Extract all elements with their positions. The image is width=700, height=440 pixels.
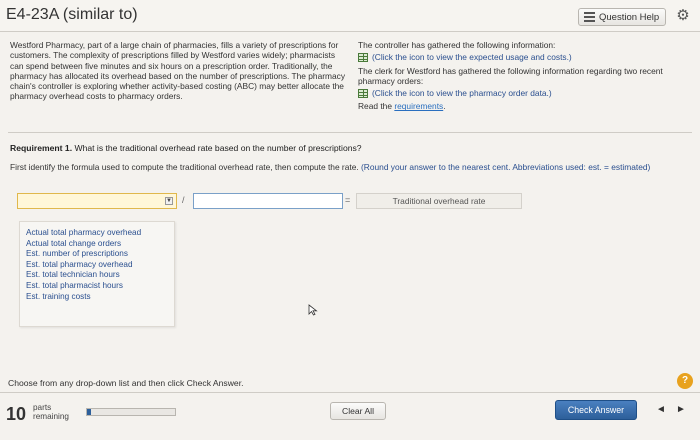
intro-text: Westford Pharmacy, part of a large chain… (10, 40, 346, 102)
equals-sign: = (345, 195, 351, 205)
question-help-label: Question Help (599, 11, 660, 23)
check-answer-button[interactable]: Check Answer (555, 400, 637, 420)
requirement-label: Requirement 1. (10, 143, 73, 153)
mouse-cursor-icon (308, 304, 318, 316)
result-label: Traditional overhead rate (356, 193, 522, 209)
footer-divider (0, 392, 700, 393)
help-question-icon[interactable]: ? (677, 373, 693, 389)
section-divider (8, 132, 692, 133)
dropdown-option[interactable]: Actual total change orders (26, 239, 168, 250)
division-sign: / (182, 195, 185, 205)
gear-icon[interactable]: ⚙ (675, 8, 691, 24)
numerator-dropdown[interactable]: ▼ (17, 193, 177, 209)
usage-costs-link-text[interactable]: (Click the icon to view the expected usa… (372, 52, 572, 62)
progress-fill (87, 409, 92, 415)
controller-info-text: The controller has gathered the followin… (358, 40, 556, 50)
requirements-link[interactable]: requirements (394, 101, 443, 111)
dropdown-option[interactable]: Est. total technician hours (26, 270, 168, 281)
parts-count: 10 (6, 404, 27, 424)
dropdown-option[interactable]: Est. number of prescriptions (26, 249, 168, 260)
read-period: . (443, 101, 446, 112)
requirement-title: Requirement 1. What is the traditional o… (10, 143, 362, 153)
dropdown-option[interactable]: Est. training costs (26, 292, 168, 303)
instruction-hint: (Round your answer to the nearest cent. … (361, 162, 651, 172)
clear-all-button[interactable]: Clear All (330, 402, 386, 420)
dropdown-options-list: Actual total pharmacy overhead Actual to… (19, 221, 175, 327)
read-the-text: Read the (358, 101, 395, 112)
table-icon[interactable] (358, 52, 368, 62)
instruction-main: First identify the formula used to compu… (10, 162, 362, 172)
question-help-button[interactable]: Question Help (578, 8, 666, 26)
list-icon (584, 12, 595, 22)
dropdown-option[interactable]: Est. total pharmacy overhead (26, 260, 168, 271)
previous-question-icon[interactable]: ◄ (654, 403, 668, 417)
order-data-link[interactable]: (Click the icon to view the pharmacy ord… (358, 88, 694, 98)
parts-label-line2: remaining (33, 411, 69, 421)
intro-info-panel: The controller has gathered the followin… (358, 40, 694, 114)
read-requirements: Read the requirements. (358, 101, 694, 111)
question-page: E4-23A (similar to) Question Help ⚙ West… (0, 0, 700, 440)
parts-remaining-label: parts remaining (33, 403, 69, 421)
next-question-icon[interactable]: ► (674, 403, 688, 417)
clerk-info-text: The clerk for Westford has gathered the … (358, 65, 663, 86)
table-icon[interactable] (358, 88, 368, 98)
requirement-question: What is the traditional overhead rate ba… (72, 143, 362, 153)
choose-instruction: Choose from any drop-down list and then … (8, 378, 244, 388)
question-header: E4-23A (similar to) Question Help ⚙ (0, 0, 700, 32)
instruction-text: First identify the formula used to compu… (10, 162, 690, 172)
parts-progress-bar (86, 408, 176, 416)
chevron-down-icon[interactable]: ▼ (165, 197, 173, 205)
denominator-input[interactable] (193, 193, 343, 209)
usage-costs-link[interactable]: (Click the icon to view the expected usa… (358, 52, 694, 62)
question-title: E4-23A (similar to) (6, 6, 138, 23)
dropdown-option[interactable]: Est. total pharmacist hours (26, 281, 168, 292)
order-data-link-text[interactable]: (Click the icon to view the pharmacy ord… (372, 88, 552, 98)
dropdown-option[interactable]: Actual total pharmacy overhead (26, 228, 168, 239)
